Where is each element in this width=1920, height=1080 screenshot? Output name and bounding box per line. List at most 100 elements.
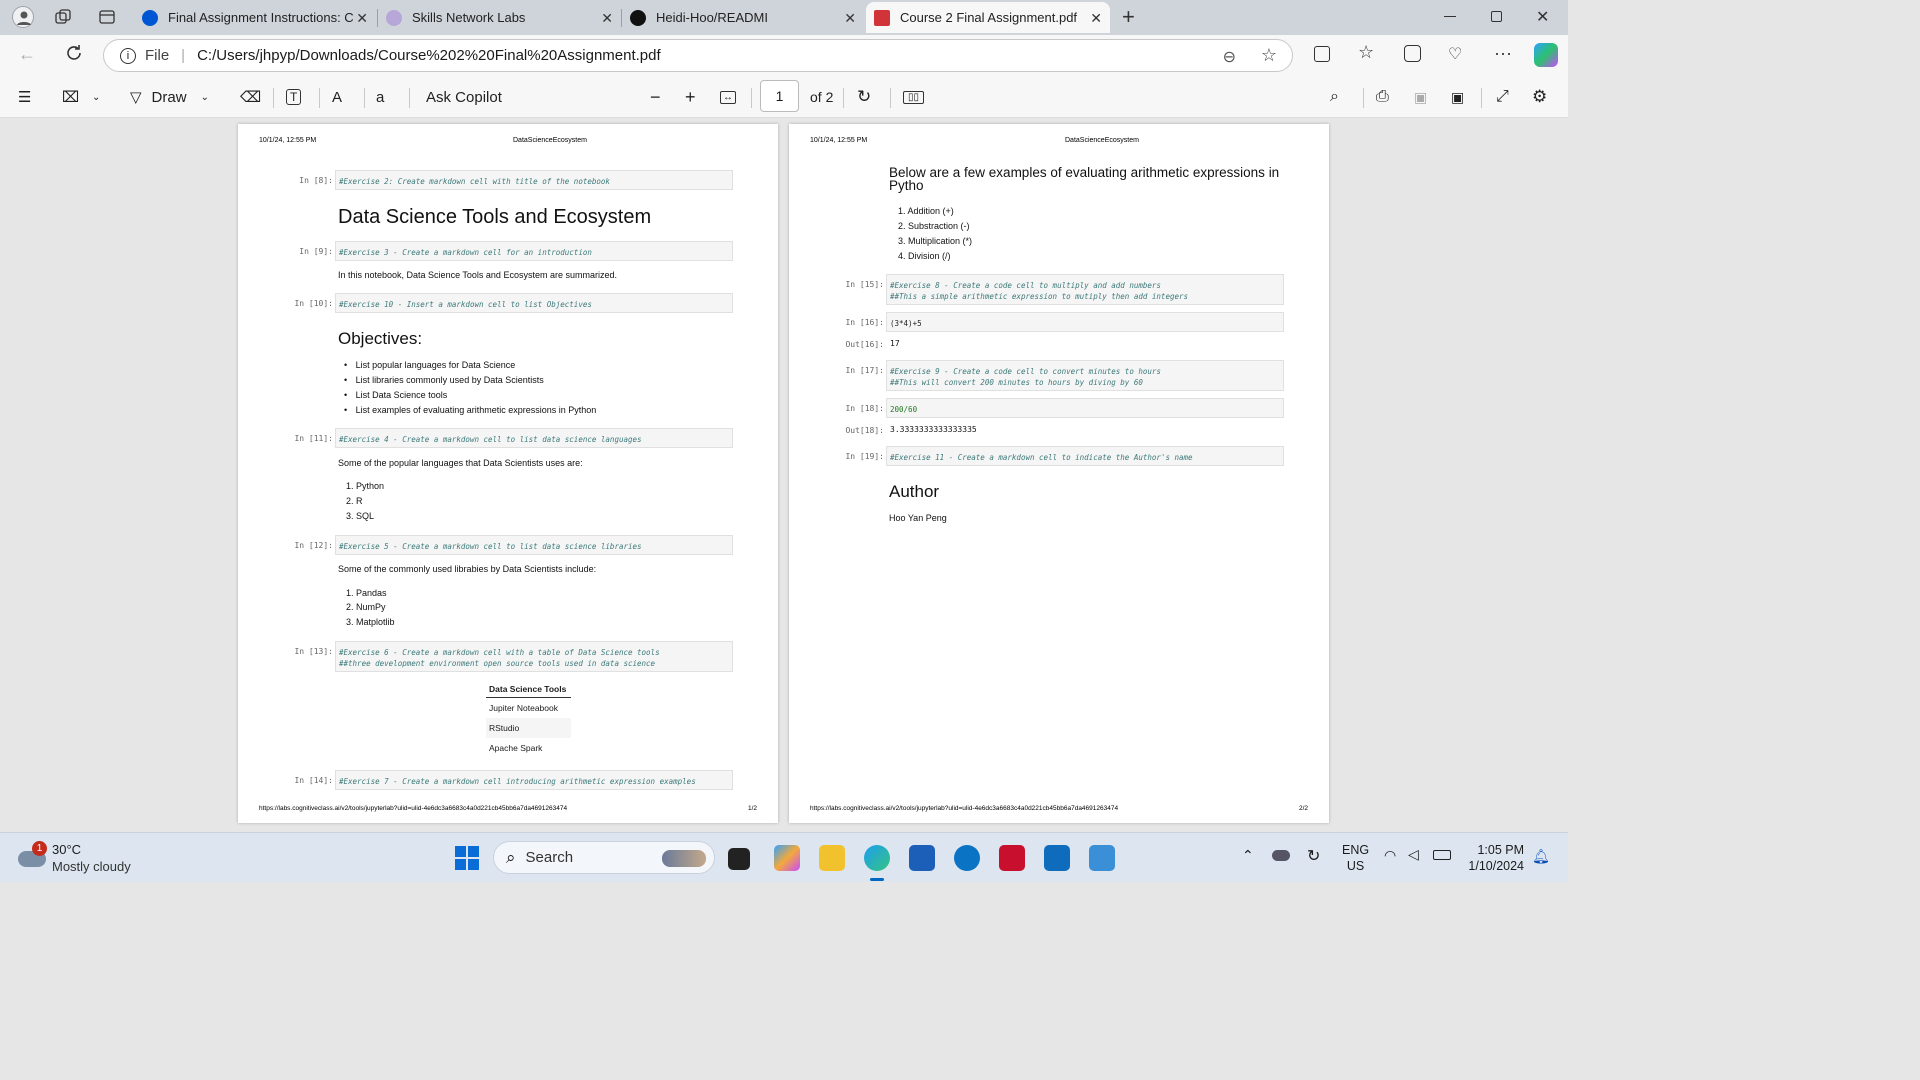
more-options-icon[interactable]: ··· [1494, 43, 1512, 64]
notification-bell-icon[interactable]: 🔔︎ [1532, 848, 1550, 865]
output-prompt: Out[18]: [845, 426, 884, 435]
draw-icon: ▽ [130, 89, 142, 106]
rotate-icon[interactable]: ↻ [857, 84, 871, 110]
draw-label: Draw [151, 88, 187, 106]
ask-copilot-button[interactable]: Ask Copilot [426, 84, 502, 110]
tools-table: Data Science Tools Jupiter Noteabook RSt… [486, 681, 571, 758]
copilot-icon[interactable] [1534, 43, 1558, 67]
clock[interactable]: 1:05 PM 1/10/2024 [1460, 842, 1524, 874]
operation-item: 1. Addition (+) [898, 206, 954, 216]
wifi-icon[interactable]: ◠ [1384, 847, 1396, 864]
tab-github-readme[interactable]: Heidi-Hoo/READMI ✕ [622, 2, 864, 33]
battery-icon[interactable] [1433, 850, 1451, 860]
weather-widget[interactable]: 1 30°C Mostly cloudy [16, 841, 146, 875]
collections-icon[interactable] [1404, 45, 1421, 62]
dell-icon[interactable] [954, 845, 980, 871]
toolbar-divider [1481, 88, 1482, 108]
search-highlight-image [662, 850, 706, 867]
weather-desc: Mostly cloudy [52, 859, 131, 874]
erase-icon[interactable]: ⌫ [240, 84, 261, 110]
close-tab-icon[interactable]: ✕ [844, 10, 856, 27]
settings-gear-icon[interactable]: ⚙ [1532, 84, 1547, 110]
highlight-icon[interactable]: ⌧ [62, 84, 79, 110]
profile-icon[interactable] [12, 6, 34, 28]
page-header-date: 10/1/24, 12:55 PM [810, 137, 868, 144]
skills-network-icon [386, 9, 402, 26]
save-icon[interactable]: ▣ [1414, 84, 1427, 110]
objective-text: List libraries commonly used by Data Sci… [355, 375, 544, 385]
page-number-input[interactable]: 1 [760, 80, 799, 112]
tab-actions-icon[interactable] [98, 8, 116, 26]
fit-to-width-icon[interactable]: ↔ [720, 84, 736, 110]
page-total: of 2 [810, 89, 834, 105]
onedrive-icon[interactable] [1272, 850, 1290, 861]
code-cell: #Exercise 9 - Create a code cell to conv… [886, 360, 1284, 391]
split-screen-icon[interactable] [1314, 46, 1330, 62]
minimize-button[interactable] [1444, 16, 1456, 17]
new-tab-button[interactable]: + [1122, 4, 1135, 30]
restore-button[interactable] [1491, 11, 1502, 22]
code-text: #Exercise 2: Create markdown cell with t… [339, 177, 610, 186]
chevron-down-icon[interactable]: ⌄ [92, 84, 100, 110]
zoom-out-button[interactable]: − [650, 84, 661, 110]
cell-prompt: In [13]: [294, 647, 333, 656]
microsoft-store-icon[interactable] [909, 845, 935, 871]
favorite-star-icon[interactable]: ☆ [1261, 45, 1277, 66]
info-icon[interactable]: i [120, 47, 136, 64]
lang-indicator[interactable]: ENG US [1342, 842, 1369, 874]
code-text: #Exercise 11 - Create a markdown cell to… [890, 453, 1193, 462]
close-tab-icon[interactable]: ✕ [601, 10, 613, 27]
code-cell: 200/60 [886, 398, 1284, 418]
full-screen-icon[interactable]: ⤢ [1496, 84, 1509, 110]
favorites-icon[interactable]: ☆ [1358, 42, 1374, 63]
table-row: RStudio [486, 718, 571, 738]
volume-icon[interactable]: ◁ [1408, 846, 1419, 863]
task-view-icon[interactable] [728, 848, 750, 870]
code-text: ##three development environment open sou… [339, 659, 656, 668]
contents-icon[interactable]: ☰ [18, 84, 31, 110]
address-field[interactable]: i File | C:/Users/jhpyp/Downloads/Course… [103, 39, 1293, 72]
file-explorer-icon[interactable] [819, 845, 845, 871]
refresh-button[interactable] [64, 43, 84, 63]
pdf-viewer[interactable]: 10/1/24, 12:55 PM DataScienceEcosystem I… [0, 118, 1568, 832]
objective-text: List popular languages for Data Science [355, 360, 516, 370]
page-view-icon[interactable]: ▯▯ [903, 84, 925, 110]
mcafee-icon[interactable] [999, 845, 1025, 871]
tab-final-assignment-instructions[interactable]: Final Assignment Instructions: Cre ✕ [134, 2, 376, 33]
zoom-in-button[interactable]: + [685, 84, 696, 110]
sync-icon[interactable]: ↻ [1307, 846, 1320, 866]
code-text: #Exercise 10 - Insert a markdown cell to… [339, 300, 592, 309]
tab-course-2-final-assignment-pdf[interactable]: Course 2 Final Assignment.pdf ✕ [866, 2, 1110, 33]
language-item: 3. SQL [346, 511, 375, 521]
browser-essentials-icon[interactable]: ♡ [1448, 44, 1462, 64]
objective-text: List examples of evaluating arithmetic e… [355, 405, 597, 415]
taskbar-search[interactable]: ⌕ Search [493, 841, 715, 874]
print-icon[interactable]: ⎙ [1376, 84, 1389, 110]
scheme-label: File [145, 47, 170, 64]
outlook-icon[interactable] [1044, 845, 1070, 871]
zoom-out-icon[interactable]: ⊖ [1223, 47, 1236, 67]
search-icon[interactable]: ⌕ [1330, 84, 1339, 110]
add-text-icon[interactable]: T [286, 84, 302, 110]
coursera-icon [142, 9, 158, 26]
address-divider: | [181, 47, 186, 64]
close-tab-icon[interactable]: ✕ [356, 10, 368, 27]
show-hidden-icons[interactable]: ⌃ [1242, 847, 1254, 864]
save-as-icon[interactable]: ▣ [1451, 84, 1464, 110]
cell-prompt: In [15]: [845, 280, 884, 289]
workspaces-icon[interactable] [54, 8, 72, 26]
copilot-taskbar-icon[interactable] [774, 845, 800, 871]
translate-icon[interactable]: a [376, 84, 384, 110]
start-button[interactable] [455, 846, 479, 870]
back-button[interactable]: ← [18, 44, 36, 65]
edge-icon[interactable] [864, 845, 890, 871]
chevron-down-icon[interactable]: ⌄ [201, 92, 209, 103]
tab-skills-network-labs[interactable]: Skills Network Labs ✕ [378, 2, 621, 33]
code-text: #Exercise 7 - Create a markdown cell int… [339, 777, 696, 786]
draw-button[interactable]: ▽ Draw ⌄ [130, 84, 209, 110]
close-window-button[interactable]: ✕ [1536, 7, 1549, 27]
photos-icon[interactable] [1089, 845, 1115, 871]
tab-title: Skills Network Labs [412, 10, 526, 25]
close-tab-icon[interactable]: ✕ [1090, 10, 1102, 27]
read-aloud-icon[interactable]: A [332, 84, 342, 110]
